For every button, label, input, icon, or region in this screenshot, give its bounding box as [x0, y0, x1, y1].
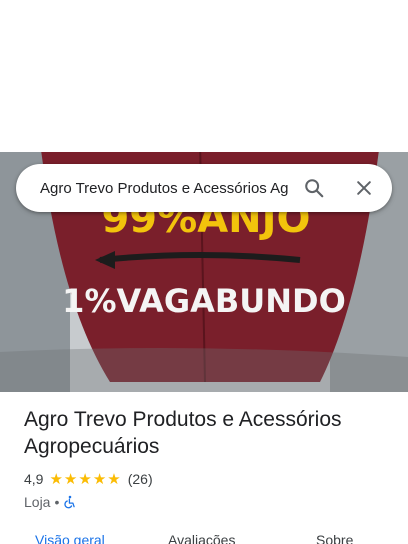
review-count[interactable]: (26) [128, 471, 153, 487]
category-separator: • [54, 494, 60, 510]
tab-reviews[interactable]: Avaliações [168, 532, 235, 544]
cap-embroidery-main: 1%VAGABUNDO [62, 282, 346, 320]
star-icon: ★ [63, 470, 78, 488]
place-title: Agro Trevo Produtos e Acessórios Agropec… [24, 408, 342, 458]
close-icon [357, 181, 371, 195]
tab-overview[interactable]: Visão geral [35, 532, 105, 544]
rating-stars: ★ ★ ★ ★ ★ [49, 472, 121, 487]
search-icon [305, 179, 324, 198]
place-tabs: Visão geral Avaliações Sobre [0, 528, 408, 544]
map-blank-area [0, 0, 408, 152]
rating-row[interactable]: 4,9 ★ ★ ★ ★ ★ (26) [24, 470, 394, 488]
close-button[interactable] [344, 168, 384, 208]
star-icon: ★ [107, 470, 121, 488]
star-icon: ★ [92, 470, 107, 488]
search-bar[interactable]: Agro Trevo Produtos e Acessórios Agropec… [16, 164, 392, 212]
rating-value: 4,9 [24, 471, 44, 487]
star-icon: ★ [78, 470, 92, 488]
place-category: Loja [24, 494, 51, 510]
search-button[interactable] [294, 168, 334, 208]
star-icon: ★ [49, 470, 63, 488]
search-input[interactable]: Agro Trevo Produtos e Acessórios Agropec… [40, 180, 288, 197]
place-info: Agro Trevo Produtos e Acessórios Agropec… [24, 406, 394, 511]
tab-about[interactable]: Sobre [316, 532, 353, 544]
wheelchair-icon [64, 495, 76, 509]
category-row: Loja • [24, 493, 394, 511]
